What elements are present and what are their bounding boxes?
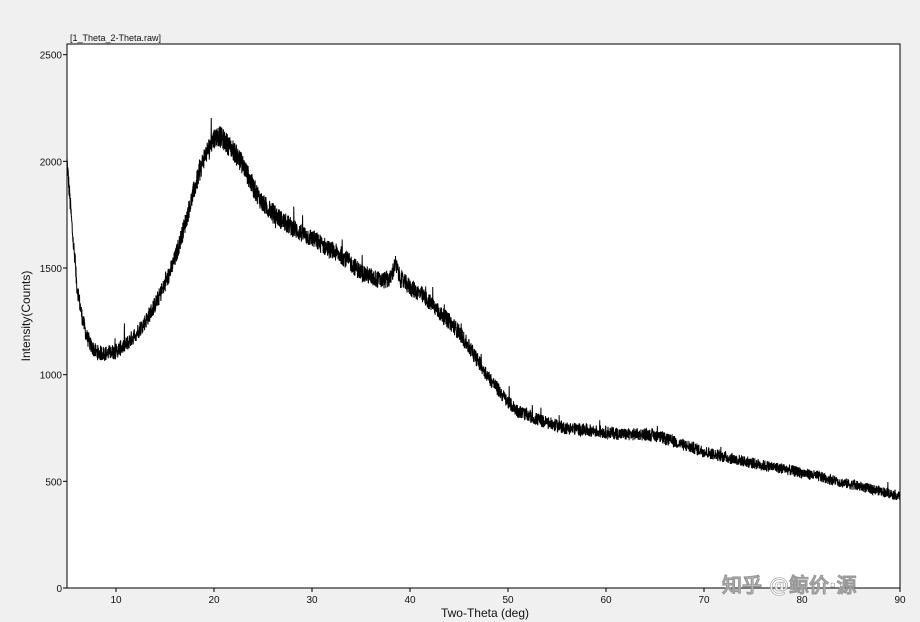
y-axis-ticks: 0 500 1000 1500 2000 2500 [40, 51, 67, 595]
chart-svg: 05001000150020002500 10 20 30 40 50 60 70 80 90 … [19, 33, 906, 620]
y-tick-label-1000: 1000 [40, 371, 63, 382]
watermark-text: 知乎 @鲸价·源 [722, 573, 857, 597]
x-tick-label-30: 30 [306, 595, 318, 606]
y-tick-label-2000: 2000 [40, 157, 63, 168]
y-tick-label-2500: 2500 [40, 51, 63, 62]
xrd-chart: 0 500 1000 1500 2000 2500 10 20 30 40 50 60 70 80 90 … [0, 0, 920, 622]
x-tick-label-70: 70 [698, 595, 710, 606]
x-axis-label: Two-Theta (deg) [441, 606, 529, 620]
y-axis-label: Intensity(Counts) [19, 271, 33, 362]
x-tick-label-20: 20 [208, 595, 220, 606]
x-tick-label-60: 60 [600, 595, 612, 606]
x-tick-label-90: 90 [894, 595, 906, 606]
y-tick-label-500: 500 [45, 477, 62, 488]
x-tick-label-40: 40 [404, 595, 416, 606]
chart-title: [1_Theta_2-Theta.raw] [70, 33, 161, 43]
y-tick-label-0: 0 [56, 584, 62, 595]
x-tick-label-50: 50 [502, 595, 514, 606]
plot-area [66, 43, 901, 589]
y-tick-label-1500: 1500 [40, 264, 63, 275]
x-tick-label-10: 10 [110, 595, 122, 606]
